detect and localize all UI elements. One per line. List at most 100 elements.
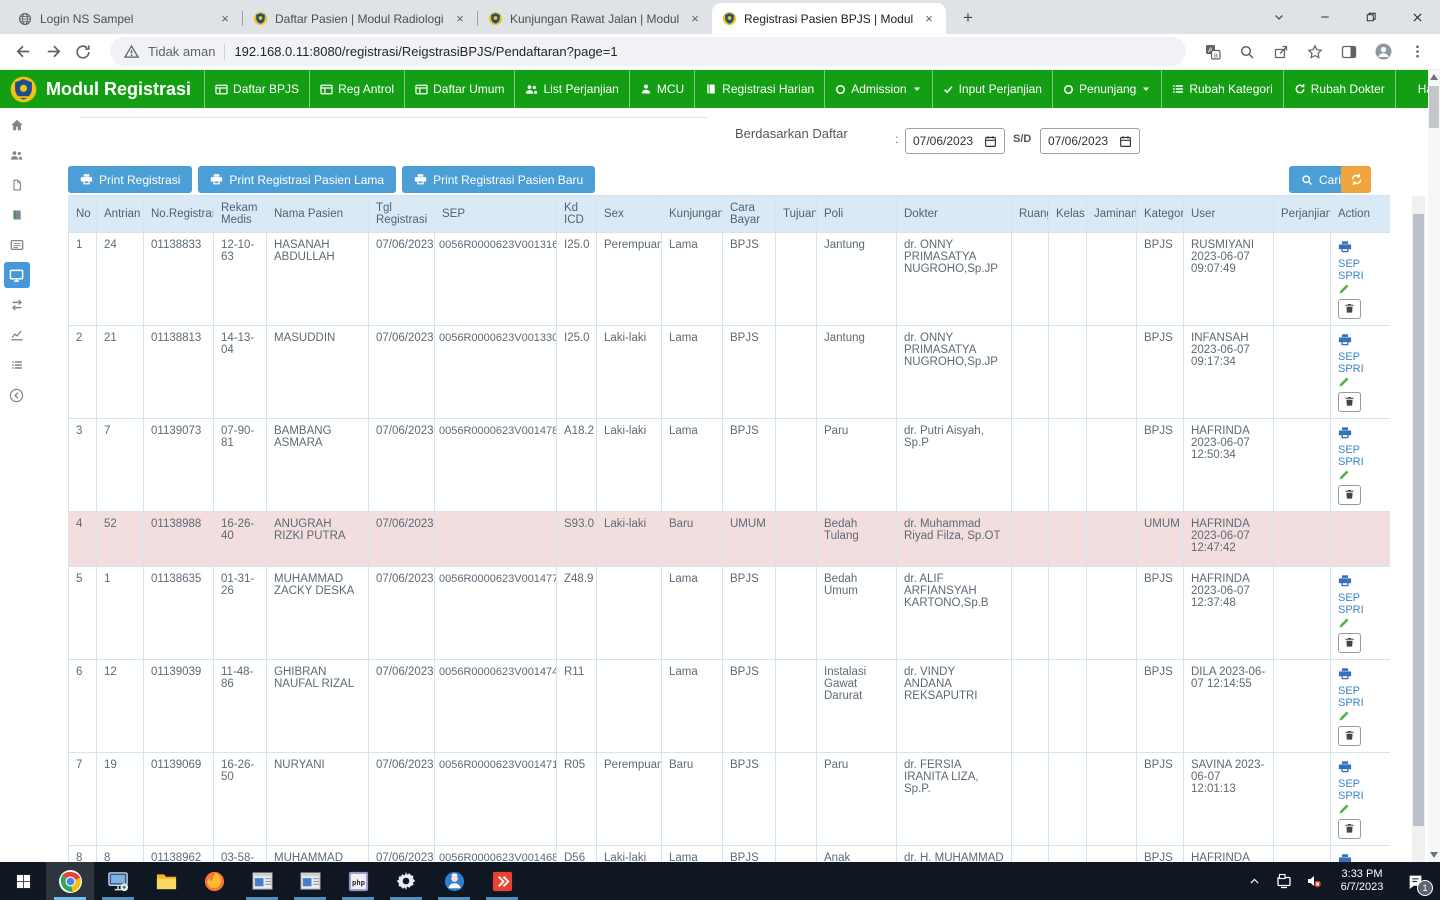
spri-link[interactable]: SPRI [1338,604,1364,616]
edit-pencil-icon[interactable] [1338,803,1384,818]
browser-tab-kunjungan-rawat-jalan-modul-r[interactable]: Kunjungan Rawat Jalan | Modul R× [478,3,712,34]
tab-close-icon[interactable]: × [687,11,703,26]
table-scrollbar-thumb[interactable] [1413,214,1424,826]
tab-close-icon[interactable]: × [452,11,468,26]
tab-search-icon[interactable] [1256,0,1302,34]
taskbar-remote-desktop[interactable] [94,862,142,900]
browser-menu-icon[interactable] [1402,37,1432,67]
date-from-input[interactable]: 07/06/2023 [905,128,1005,154]
window-minimize-icon[interactable] [1302,0,1348,34]
address-bar[interactable]: Tidak aman 192.168.0.11:8080/registrasi/… [110,37,1186,66]
date-to-input[interactable]: 07/06/2023 [1040,128,1140,154]
spri-link[interactable]: SPRI [1338,456,1364,468]
forward-icon[interactable] [38,37,68,67]
new-tab-button[interactable]: + [955,5,981,31]
start-button[interactable] [0,862,46,900]
sidebar-item-home[interactable] [0,110,33,140]
zoom-icon[interactable] [1232,37,1262,67]
tab-close-icon[interactable]: × [217,11,233,26]
delete-button[interactable] [1338,485,1361,505]
browser-tab-daftar-pasien-modul-radiologi[interactable]: Daftar Pasien | Modul Radiologi× [243,3,477,34]
sep-link[interactable]: SEP [1338,444,1360,456]
taskbar-chrome[interactable] [46,862,94,900]
print-row-icon[interactable] [1338,426,1384,443]
delete-button[interactable] [1338,633,1361,653]
hidden-icons-chevron-icon[interactable] [1244,866,1264,896]
volume-muted-icon[interactable] [1304,866,1324,896]
nav-item-list-perjanjian[interactable]: List Perjanjian [514,70,628,108]
taskbar-clock[interactable]: 3:33 PM 6/7/2023 [1334,868,1390,894]
sidebar-item-swap[interactable] [0,290,33,320]
sidebar-item-users[interactable] [0,140,33,170]
nav-item-rubah-kategori[interactable]: Rubah Kategori [1161,70,1282,108]
calendar-icon[interactable] [1119,135,1132,148]
sep-link[interactable]: SEP [1338,351,1360,363]
edit-pencil-icon[interactable] [1338,283,1384,298]
nav-item-daftar-umum[interactable]: Daftar Umum [404,70,514,108]
print-registrasi-button[interactable]: Print Registrasi [68,166,192,193]
delete-button[interactable] [1338,392,1361,412]
sep-link[interactable]: SEP [1338,685,1360,697]
edit-pencil-icon[interactable] [1338,469,1384,484]
translate-icon[interactable]: Aa [1198,37,1228,67]
app-brand[interactable]: Modul Registrasi [0,70,204,108]
notification-center-icon[interactable]: 1 [1400,866,1430,896]
refresh-button[interactable] [1341,166,1371,193]
nav-item-registrasi-harian[interactable]: Registrasi Harian [694,70,824,108]
calendar-icon[interactable] [984,135,997,148]
sidebar-item-list[interactable] [0,350,33,380]
taskbar-app-window-1[interactable] [238,862,286,900]
print-row-icon[interactable] [1338,760,1384,777]
spri-link[interactable]: SPRI [1338,697,1364,709]
spri-link[interactable]: SPRI [1338,790,1364,802]
delete-button[interactable] [1338,726,1361,746]
side-panel-icon[interactable] [1334,37,1364,67]
page-scrollbar[interactable] [1428,70,1440,862]
nav-item-daftar-bpjs[interactable]: Daftar BPJS [204,70,309,108]
sidebar-item-card[interactable] [0,230,33,260]
sidebar-item-chart[interactable] [0,320,33,350]
nav-item-reg-antrol[interactable]: Reg Antrol [309,70,404,108]
nav-item-admission[interactable]: Admission [824,70,931,108]
print-row-icon[interactable] [1338,240,1384,257]
nav-item-input-perjanjian[interactable]: Input Perjanjian [932,70,1052,108]
sidebar-item-file[interactable] [0,170,33,200]
scroll-up-icon[interactable] [1428,70,1440,84]
print-row-icon[interactable] [1338,333,1384,350]
sidebar-item-book[interactable] [0,200,33,230]
window-close-icon[interactable] [1394,0,1440,34]
sep-link[interactable]: SEP [1338,592,1360,604]
taskbar-php-tool[interactable]: php [334,862,382,900]
share-icon[interactable] [1266,37,1296,67]
sidebar-item-monitor[interactable] [0,260,33,290]
print-pasien-baru-button[interactable]: Print Registrasi Pasien Baru [402,166,595,193]
nav-item-rubah-dokter[interactable]: Rubah Dokter [1283,70,1396,108]
print-pasien-lama-button[interactable]: Print Registrasi Pasien Lama [198,166,396,193]
scroll-down-icon[interactable] [1428,848,1440,862]
window-restore-icon[interactable] [1348,0,1394,34]
spri-link[interactable]: SPRI [1338,363,1364,375]
browser-tab-registrasi-pasien-bpjs-modul-r[interactable]: Registrasi Pasien BPJS | Modul Re× [712,3,946,34]
print-row-icon[interactable] [1338,667,1384,684]
user-menu[interactable]: Halo, PRADES KONSULTAN [1396,70,1428,108]
sep-link[interactable]: SEP [1338,778,1360,790]
back-icon[interactable] [8,37,38,67]
profile-avatar[interactable] [1368,37,1398,67]
taskbar-firefox[interactable] [190,862,238,900]
edit-pencil-icon[interactable] [1338,376,1384,391]
print-row-icon[interactable] [1338,574,1384,591]
taskbar-app-window-2[interactable] [286,862,334,900]
edit-pencil-icon[interactable] [1338,710,1384,725]
spri-link[interactable]: SPRI [1338,270,1364,282]
tab-close-icon[interactable]: × [921,11,937,26]
nav-item-mcu[interactable]: MCU [629,70,694,108]
browser-tab-login-ns-sampel[interactable]: Login NS Sampel× [8,3,242,34]
print-row-icon[interactable] [1338,853,1384,862]
sep-link[interactable]: SEP [1338,258,1360,270]
edit-pencil-icon[interactable] [1338,617,1384,632]
reload-icon[interactable] [68,37,98,67]
taskbar-file-explorer[interactable] [142,862,190,900]
sidebar-item-collapse[interactable] [0,380,33,410]
network-icon[interactable] [1274,866,1294,896]
taskbar-settings[interactable] [382,862,430,900]
